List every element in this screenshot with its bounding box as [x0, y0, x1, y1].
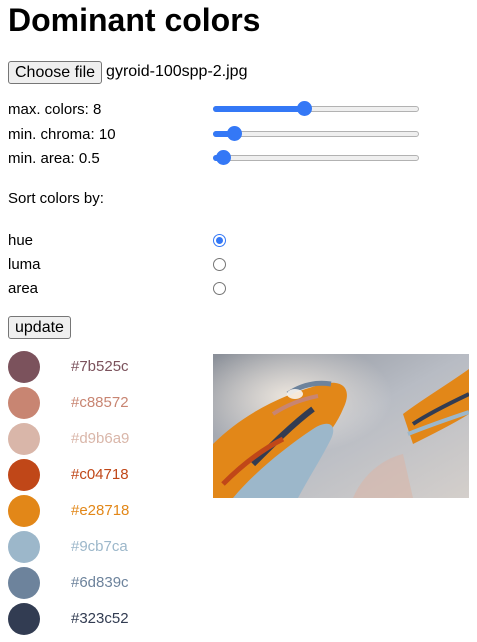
color-swatch-row: #e28718 [8, 495, 208, 531]
color-hex-label: #c88572 [71, 394, 129, 411]
color-swatch-row: #d9b6a9 [8, 423, 208, 459]
color-swatch-row: #c88572 [8, 387, 208, 423]
color-hex-label: #d9b6a9 [71, 430, 130, 447]
color-hex-label: #7b525c [71, 358, 129, 375]
color-swatch [8, 495, 40, 527]
color-swatch [8, 567, 40, 599]
color-hex-label: #c04718 [71, 466, 129, 483]
color-swatch [8, 351, 40, 383]
color-swatch [8, 387, 40, 419]
color-hex-label: #6d839c [71, 574, 129, 591]
color-swatch-row: #c04718 [8, 459, 208, 495]
color-swatch-list: #7b525c #c88572 #d9b6a9 #c04718 #e28718 #9cb7… [8, 351, 208, 639]
color-swatch [8, 423, 40, 455]
color-hex-label: #e28718 [71, 502, 130, 519]
slider-fill [213, 106, 304, 112]
color-swatch [8, 531, 40, 563]
radio-label: area [8, 280, 39, 297]
color-swatch-row: #323c52 [8, 603, 208, 639]
min-area-label: min. area: 0.5 [8, 150, 100, 167]
luma-radio[interactable] [213, 258, 226, 271]
sort-option-area[interactable]: area [8, 278, 428, 300]
color-hex-label: #323c52 [71, 610, 129, 627]
radio-label: hue [8, 232, 34, 249]
file-picker: Choose file gyroid-100spp-2.jpg [8, 60, 247, 84]
max-colors-control: max. colors: 8 [8, 99, 428, 121]
color-hex-label: #9cb7ca [71, 538, 128, 555]
color-swatch [8, 603, 40, 635]
sort-heading: Sort colors by: [8, 190, 104, 207]
color-swatch-row: #7b525c [8, 351, 208, 387]
color-swatch-row: #6d839c [8, 567, 208, 603]
selected-file-name: gyroid-100spp-2.jpg [106, 63, 248, 80]
area-radio[interactable] [213, 282, 226, 295]
hue-radio[interactable] [213, 234, 226, 247]
min-chroma-label: min. chroma: 10 [8, 126, 116, 143]
min-chroma-control: min. chroma: 10 [8, 124, 428, 146]
max-colors-slider[interactable] [213, 101, 419, 116]
color-swatch-row: #9cb7ca [8, 531, 208, 567]
slider-thumb[interactable] [216, 150, 232, 165]
max-colors-label: max. colors: 8 [8, 101, 102, 118]
slider-thumb[interactable] [296, 101, 312, 116]
sort-option-luma[interactable]: luma [8, 254, 428, 276]
slider-track [213, 155, 419, 161]
slider-track [213, 131, 419, 137]
min-chroma-slider[interactable] [213, 126, 419, 141]
radio-label: luma [8, 256, 41, 273]
sort-option-hue[interactable]: hue [8, 230, 428, 252]
color-swatch [8, 459, 40, 491]
choose-file-button[interactable]: Choose file [8, 60, 103, 84]
slider-thumb[interactable] [226, 126, 242, 141]
preview-image [213, 354, 469, 498]
update-button[interactable]: update [8, 316, 71, 339]
gyroid-render-image [213, 354, 469, 498]
page-title: Dominant colors [8, 2, 261, 38]
min-area-control: min. area: 0.5 [8, 148, 428, 170]
min-area-slider[interactable] [213, 150, 419, 165]
